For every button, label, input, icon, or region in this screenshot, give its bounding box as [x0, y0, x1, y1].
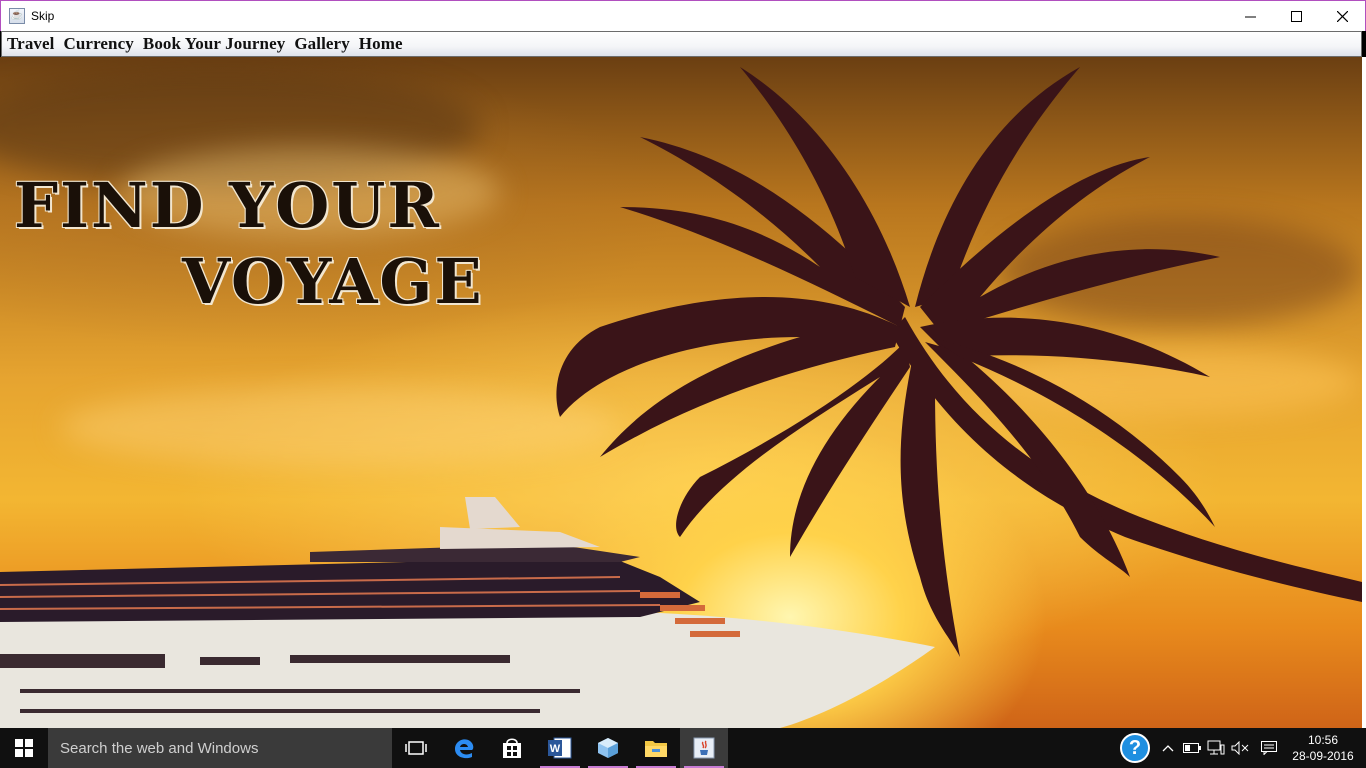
taskbar-clock[interactable]: 10:56 28-09-2016 — [1286, 732, 1360, 764]
search-placeholder: Search the web and Windows — [60, 739, 259, 757]
word-icon: W — [548, 737, 572, 759]
clock-date: 28-09-2016 — [1292, 749, 1354, 763]
hero-headline-line1: FIND YOUR — [14, 169, 441, 242]
task-view-icon — [405, 741, 427, 755]
maximize-icon — [1290, 11, 1302, 22]
word-button[interactable]: W — [536, 728, 584, 768]
system-tray: ? 10:56 28-09-2016 — [1120, 728, 1366, 768]
hero-headline: FIND YOUR VOYAGE — [14, 175, 484, 313]
menu-book-your-journey[interactable]: Book Your Journey — [142, 34, 285, 54]
cruise-ship-image — [0, 497, 935, 728]
show-desktop-button[interactable] — [1360, 728, 1366, 768]
task-view-button[interactable] — [392, 728, 440, 768]
taskbar-search-box[interactable]: Search the web and Windows — [48, 728, 392, 768]
menu-currency[interactable]: Currency — [63, 34, 134, 54]
minimize-icon — [1244, 16, 1256, 18]
file-explorer-button[interactable] — [632, 728, 680, 768]
store-button[interactable] — [488, 728, 536, 768]
minimize-button[interactable] — [1227, 1, 1273, 32]
windows-taskbar: Search the web and Windows W ? 10:56 28-… — [0, 728, 1366, 768]
volume-muted-icon[interactable] — [1228, 728, 1252, 768]
maximize-button[interactable] — [1273, 1, 1319, 32]
menu-home[interactable]: Home — [358, 34, 403, 54]
java-app-icon: ☕ — [9, 8, 25, 24]
virtualbox-button[interactable] — [584, 728, 632, 768]
clock-time: 10:56 — [1307, 733, 1339, 747]
help-icon[interactable]: ? — [1120, 733, 1150, 763]
close-button[interactable] — [1319, 1, 1365, 32]
windows-logo-icon — [15, 739, 33, 757]
menu-travel[interactable]: Travel — [6, 34, 55, 54]
menu-bar: Travel Currency Book Your Journey Galler… — [1, 31, 1362, 57]
menu-gallery[interactable]: Gallery — [293, 34, 349, 54]
virtualbox-icon — [598, 738, 618, 758]
store-icon — [503, 738, 521, 758]
battery-icon[interactable] — [1180, 728, 1204, 768]
start-button[interactable] — [0, 728, 48, 768]
network-icon[interactable] — [1204, 728, 1228, 768]
svg-text:W: W — [550, 743, 561, 755]
hero-background-image: FIND YOUR VOYAGE — [0, 57, 1362, 728]
window-titlebar[interactable]: ☕ Skip — [0, 0, 1366, 31]
edge-button[interactable] — [440, 728, 488, 768]
show-hidden-icons-chevron-icon[interactable] — [1156, 728, 1180, 768]
window-controls — [1227, 1, 1365, 32]
action-center-message-icon[interactable] — [1252, 728, 1286, 768]
java-icon — [693, 737, 715, 759]
close-icon — [1336, 11, 1348, 22]
file-explorer-icon — [645, 741, 667, 757]
hero-headline-line2: VOYAGE — [182, 245, 484, 318]
edge-icon — [455, 739, 474, 759]
window-title: Skip — [31, 9, 55, 23]
java-app-button[interactable] — [680, 728, 728, 768]
window-right-edge — [1362, 57, 1366, 728]
